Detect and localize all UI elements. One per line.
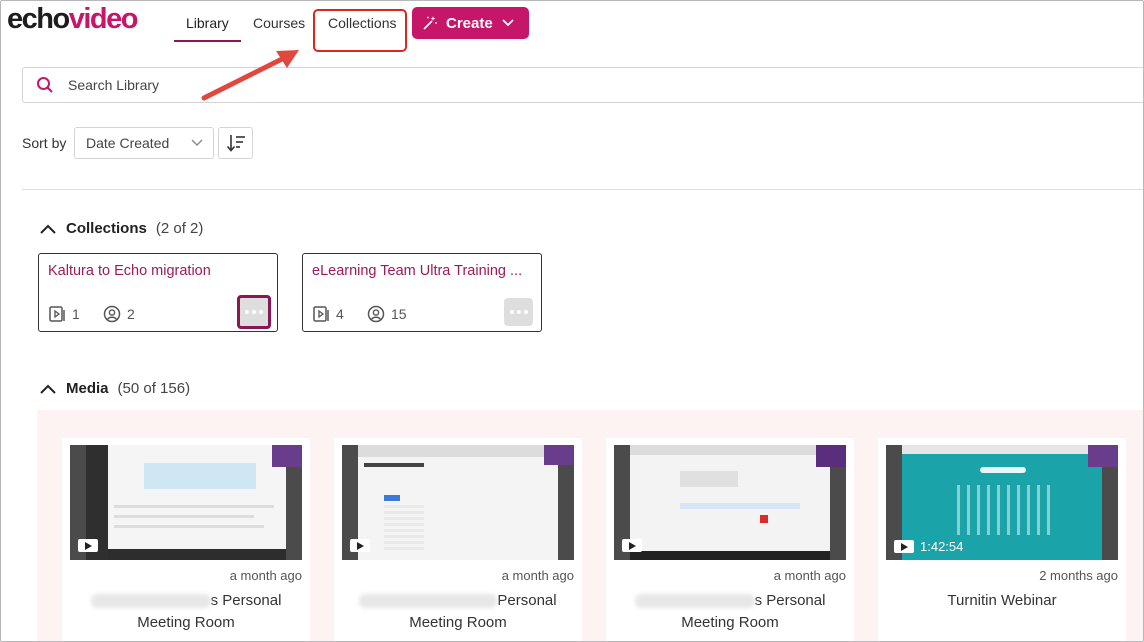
- media-count-value: 4: [336, 306, 344, 322]
- member-count-value: 2: [127, 306, 135, 322]
- play-icon: [357, 541, 364, 550]
- collection-title[interactable]: Kaltura to Echo migration: [48, 263, 274, 279]
- collection-member-count: 2: [103, 305, 135, 323]
- media-date: a month ago: [229, 568, 302, 583]
- media-title[interactable]: s Personal Meeting Room: [606, 590, 854, 634]
- media-title[interactable]: Personal Meeting Room: [334, 590, 582, 634]
- user-circle-icon: [367, 305, 385, 323]
- annotation-highlight-box: [313, 9, 407, 52]
- collections-section-title: Collections: [66, 220, 147, 237]
- chevron-up-icon: [40, 384, 56, 394]
- collections-section-header[interactable]: Collections (2 of 2): [39, 220, 203, 237]
- chevron-down-icon: [191, 139, 203, 146]
- media-stack-icon: [49, 306, 65, 322]
- media-title[interactable]: Turnitin Webinar: [878, 590, 1126, 612]
- collection-media-count: 4: [312, 305, 344, 323]
- sort-descending-icon: [226, 135, 245, 152]
- sort-direction-button[interactable]: [218, 127, 253, 159]
- tab-courses[interactable]: Courses: [253, 15, 305, 31]
- sort-select[interactable]: Date Created: [74, 127, 214, 159]
- media-title[interactable]: s Personal Meeting Room: [62, 590, 310, 634]
- create-button[interactable]: Create: [412, 7, 529, 39]
- tab-library[interactable]: Library: [186, 15, 229, 31]
- collection-member-count: 15: [367, 305, 407, 323]
- collection-media-count: 1: [48, 305, 80, 323]
- media-date: a month ago: [501, 568, 574, 583]
- video-thumbnail[interactable]: [614, 445, 846, 560]
- echovideo-logo[interactable]: echovideo: [7, 3, 139, 36]
- play-icon: [901, 542, 908, 551]
- media-date: a month ago: [773, 568, 846, 583]
- collections-section-count: (2 of 2): [155, 220, 204, 237]
- blurred-owner-name: [634, 594, 755, 609]
- video-thumbnail[interactable]: [342, 445, 574, 560]
- sort-selected-value: Date Created: [86, 135, 170, 151]
- more-options-button[interactable]: [237, 295, 271, 329]
- blurred-owner-name: [359, 594, 498, 609]
- video-thumbnail[interactable]: [70, 445, 302, 560]
- play-indicator: [350, 539, 376, 552]
- media-section-title: Media: [66, 380, 109, 397]
- collection-card[interactable]: Kaltura to Echo migration 1 2: [38, 253, 278, 332]
- create-button-label: Create: [446, 14, 493, 32]
- collection-card[interactable]: eLearning Team Ultra Training ... 4 15: [302, 253, 542, 332]
- collection-title[interactable]: eLearning Team Ultra Training ...: [312, 263, 538, 279]
- play-indicator: [78, 539, 104, 552]
- search-icon: [37, 77, 53, 93]
- media-section-count: (50 of 156): [117, 380, 191, 397]
- play-icon: [85, 541, 92, 550]
- app-window: echovideo Library Courses Collections Cr…: [0, 0, 1144, 642]
- logo-part-echo: echo: [7, 3, 70, 35]
- video-thumbnail[interactable]: 1:42:54: [886, 445, 1118, 560]
- annotation-arrow-icon: [201, 50, 299, 101]
- logo-part-video: video: [68, 3, 139, 35]
- member-count-value: 15: [391, 306, 407, 322]
- media-card[interactable]: a month ago s Personal Meeting Room: [606, 438, 854, 641]
- play-indicator: 1:42:54: [894, 539, 963, 554]
- media-date: 2 months ago: [1039, 568, 1118, 583]
- media-card[interactable]: 1:42:54 2 months ago Turnitin Webinar: [878, 438, 1126, 641]
- media-stack-icon: [313, 306, 329, 322]
- media-card[interactable]: a month ago s Personal Meeting Room: [62, 438, 310, 641]
- chevron-up-icon: [40, 224, 56, 234]
- play-indicator: [622, 539, 648, 552]
- chevron-down-icon: [502, 19, 514, 27]
- blurred-owner-name: [90, 594, 211, 609]
- play-icon: [629, 541, 636, 550]
- search-bar[interactable]: [22, 67, 1143, 103]
- magic-wand-icon: [423, 16, 437, 30]
- media-count-value: 1: [72, 306, 80, 322]
- user-circle-icon: [103, 305, 121, 323]
- divider: [22, 189, 1143, 190]
- more-options-button[interactable]: [504, 298, 533, 326]
- media-section-header[interactable]: Media (50 of 156): [39, 380, 190, 397]
- video-duration: 1:42:54: [920, 539, 964, 554]
- media-card[interactable]: a month ago Personal Meeting Room: [334, 438, 582, 641]
- sort-label: Sort by: [22, 135, 67, 151]
